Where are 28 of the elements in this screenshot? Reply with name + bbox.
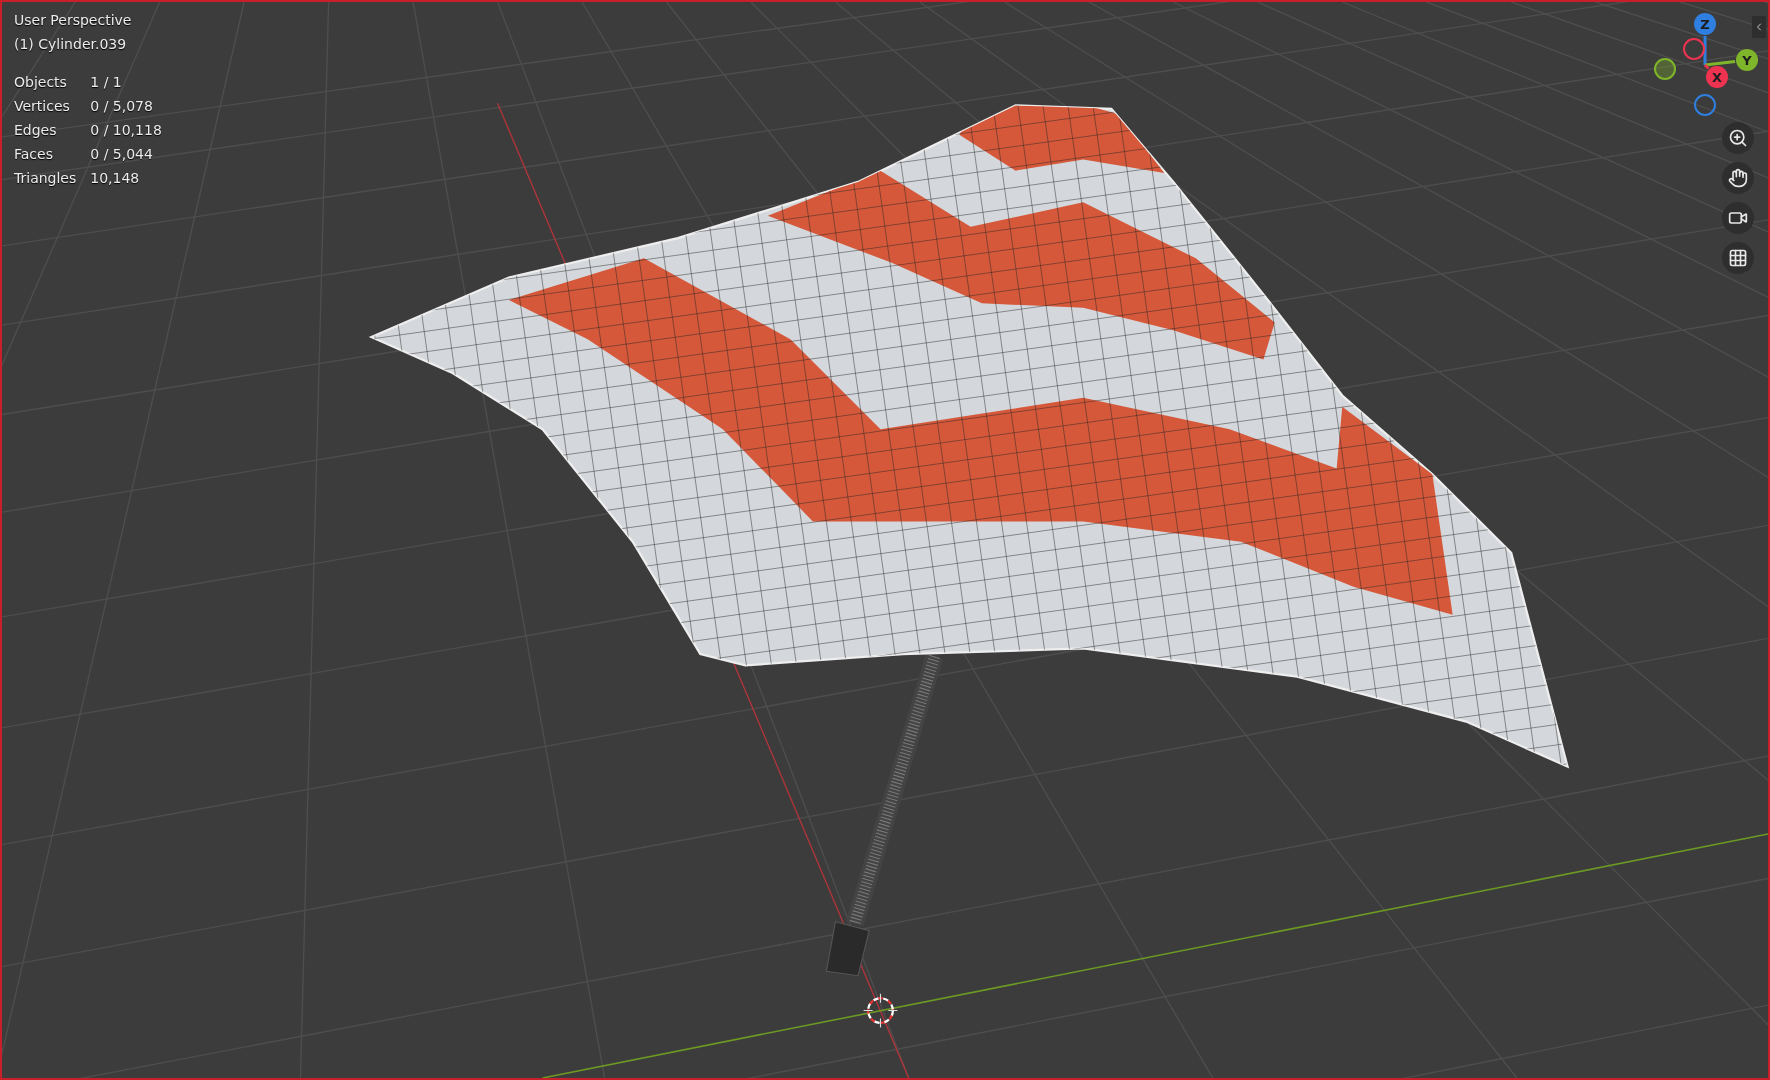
- grid-icon: [1728, 248, 1748, 268]
- zoom-button[interactable]: [1722, 122, 1754, 154]
- stat-label: Objects: [14, 73, 68, 92]
- sidebar-toggle-button[interactable]: [1752, 16, 1766, 38]
- stat-label: Triangles: [14, 169, 77, 188]
- axis-handle[interactable]: X: [1706, 66, 1728, 88]
- negative-axis-handle[interactable]: [1654, 58, 1676, 80]
- camera-view-button[interactable]: [1722, 202, 1754, 234]
- negative-axis-handle[interactable]: [1694, 94, 1716, 116]
- stat-label: Edges: [14, 121, 58, 140]
- perspective-toggle-button[interactable]: [1722, 242, 1754, 274]
- zoom-in-icon: [1728, 128, 1748, 148]
- view-name: User Perspective: [14, 11, 133, 30]
- 3d-viewport[interactable]: Z Y X User Perspective (1) Cylinder.039 Objects 1 / 1 Vertices 0 / 5,078 Edges 0 / 10,118 Faces 0 / 5,044 Triangles 10,148: [0, 0, 1770, 1080]
- stat-label: Faces: [14, 145, 54, 164]
- axis-handle[interactable]: Y: [1736, 49, 1758, 71]
- axis-handle[interactable]: Z: [1694, 13, 1716, 35]
- stat-value: 10,148: [90, 169, 141, 188]
- pan-button[interactable]: [1722, 162, 1754, 194]
- stat-value: 0 / 5,078: [90, 97, 154, 116]
- active-object-name: (1) Cylinder.039: [14, 35, 128, 54]
- 3d-cursor-icon: [863, 993, 898, 1028]
- stat-label: Vertices: [14, 97, 71, 116]
- negative-axis-handle[interactable]: [1683, 38, 1705, 60]
- stat-value: 1 / 1: [90, 73, 123, 92]
- hand-icon: [1728, 168, 1748, 188]
- stat-value: 0 / 5,044: [90, 145, 154, 164]
- stat-value: 0 / 10,118: [90, 121, 162, 140]
